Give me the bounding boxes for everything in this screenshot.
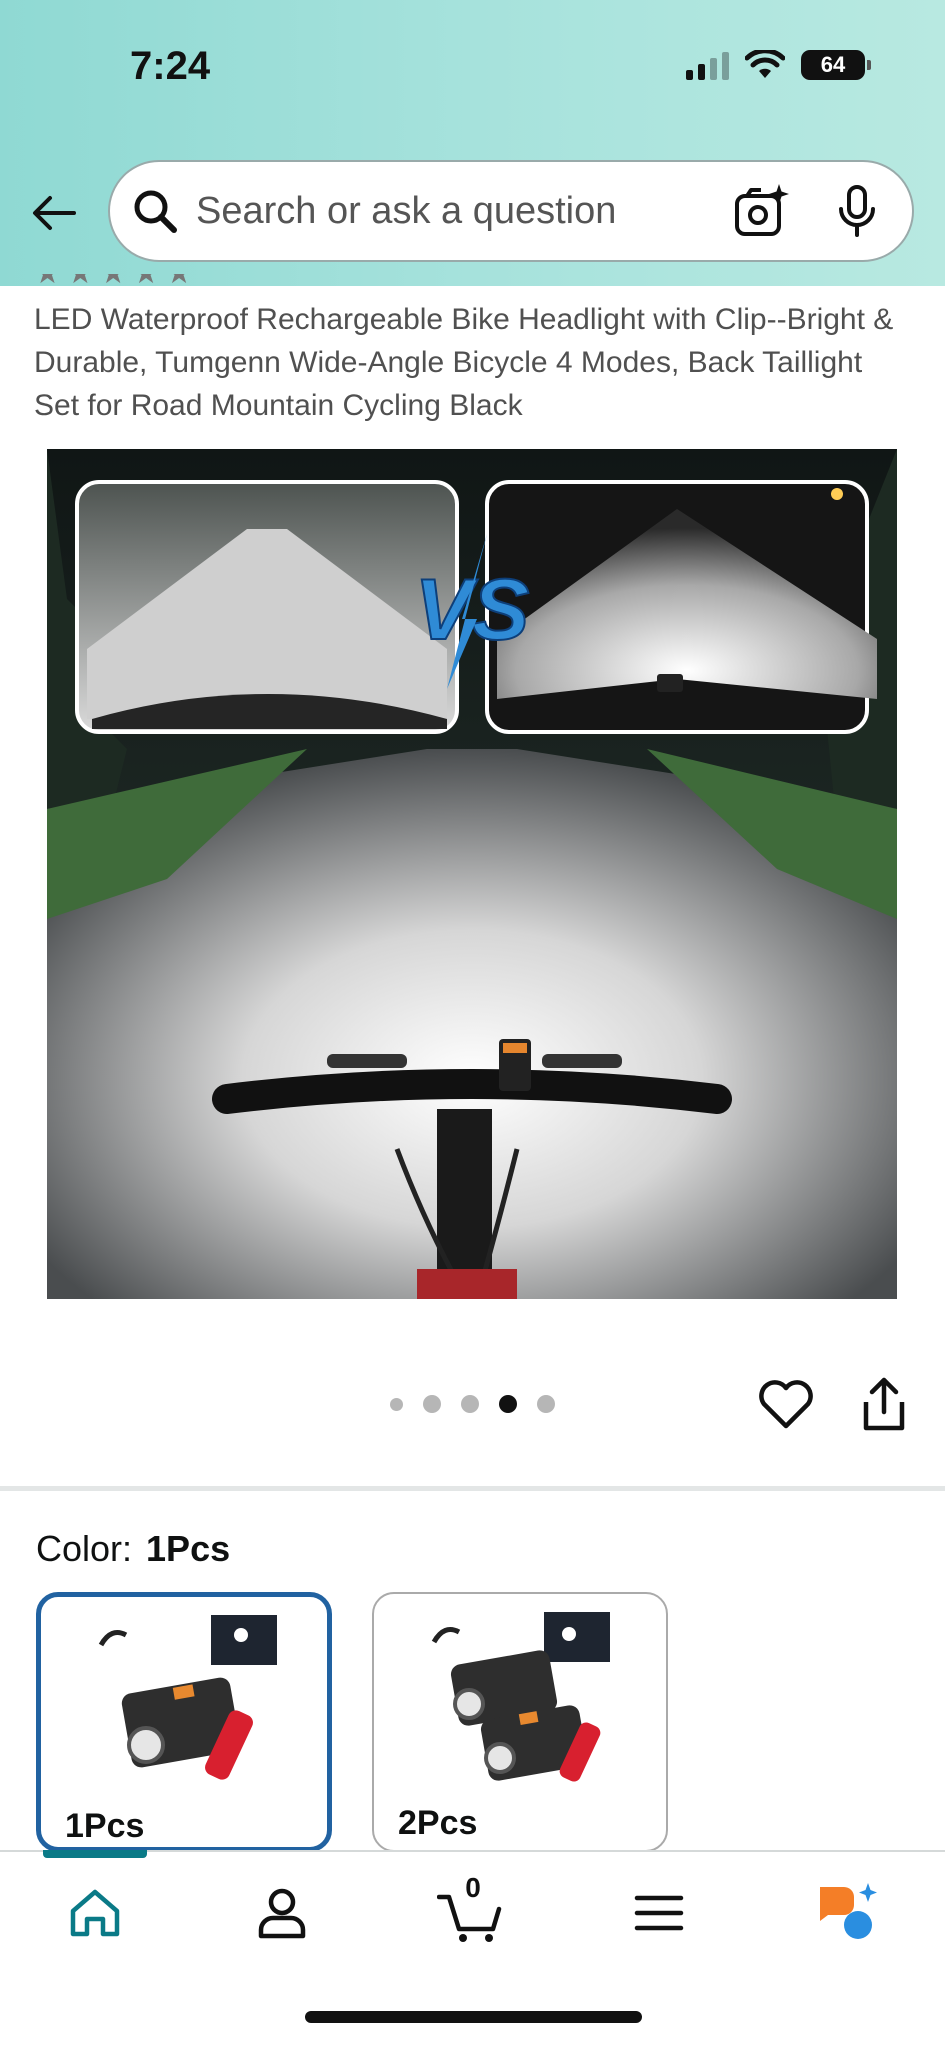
status-time: 7:24 xyxy=(130,44,211,88)
color-option-label: 1Pcs xyxy=(65,1807,145,1845)
status-icons: 64 xyxy=(686,50,871,80)
color-label: Color: 1Pcs xyxy=(36,1528,230,1570)
product-title: LED Waterproof Rechargeable Bike Headlig… xyxy=(34,303,894,422)
color-option-label: 2Pcs xyxy=(398,1804,478,1842)
search-bar[interactable]: Search or ask a question xyxy=(108,160,914,262)
carousel-dots[interactable] xyxy=(390,1395,555,1413)
microphone-icon xyxy=(839,185,875,237)
nav-menu[interactable] xyxy=(624,1878,694,1948)
color-label-text: Color: xyxy=(36,1528,133,1569)
carousel-dot[interactable] xyxy=(390,1397,403,1411)
voice-search-button[interactable] xyxy=(832,181,882,241)
section-divider xyxy=(0,1486,945,1491)
carousel-dot[interactable] xyxy=(537,1395,555,1413)
vs-badge: VS xyxy=(415,562,530,658)
color-selected-value: 1Pcs xyxy=(146,1528,231,1569)
product-thumbnail xyxy=(431,1612,610,1782)
wifi-icon xyxy=(745,50,785,78)
product-image[interactable]: VS xyxy=(47,449,897,1299)
wishlist-button[interactable] xyxy=(756,1374,816,1434)
person-icon xyxy=(258,1888,306,1939)
cart-count-badge: 0 xyxy=(465,1872,481,1903)
nav-account[interactable] xyxy=(247,1878,317,1948)
menu-icon xyxy=(634,1895,684,1931)
nav-rufus-assistant[interactable] xyxy=(812,1878,882,1948)
camera-search-button[interactable] xyxy=(732,181,792,241)
home-icon xyxy=(70,1889,120,1937)
color-option-2pcs[interactable]: 2Pcs xyxy=(372,1592,668,1852)
bike-light-photo: VS xyxy=(47,449,897,1299)
nav-home[interactable] xyxy=(60,1878,130,1948)
arrow-left-icon xyxy=(33,196,76,230)
color-option-1pcs[interactable]: 1Pcs xyxy=(36,1592,332,1852)
search-icon xyxy=(134,190,177,233)
search-input[interactable]: Search or ask a question xyxy=(196,190,732,233)
home-indicator[interactable] xyxy=(305,2011,642,2023)
camera-sparkle-icon xyxy=(735,184,789,236)
product-thumbnail xyxy=(98,1615,277,1780)
carousel-dot[interactable] xyxy=(461,1395,479,1413)
rating-stars[interactable]: ★★★★★ xyxy=(34,274,264,286)
cellular-signal-icon xyxy=(686,50,729,80)
app-header: 7:24 64 Search or ask a question xyxy=(0,0,945,286)
active-tab-indicator xyxy=(43,1850,147,1858)
share-button[interactable] xyxy=(856,1374,912,1434)
product-page: 7:24 64 Search or ask a question LED Wat… xyxy=(0,0,945,2048)
nav-cart[interactable]: 0 xyxy=(436,1872,506,1948)
carousel-dot-active[interactable] xyxy=(499,1395,517,1413)
carousel-dot[interactable] xyxy=(423,1395,441,1413)
ai-assistant-icon xyxy=(820,1883,877,1939)
heart-icon xyxy=(759,1380,813,1429)
share-icon xyxy=(863,1377,905,1431)
back-button[interactable] xyxy=(26,185,82,241)
battery-icon: 64 xyxy=(801,50,871,80)
